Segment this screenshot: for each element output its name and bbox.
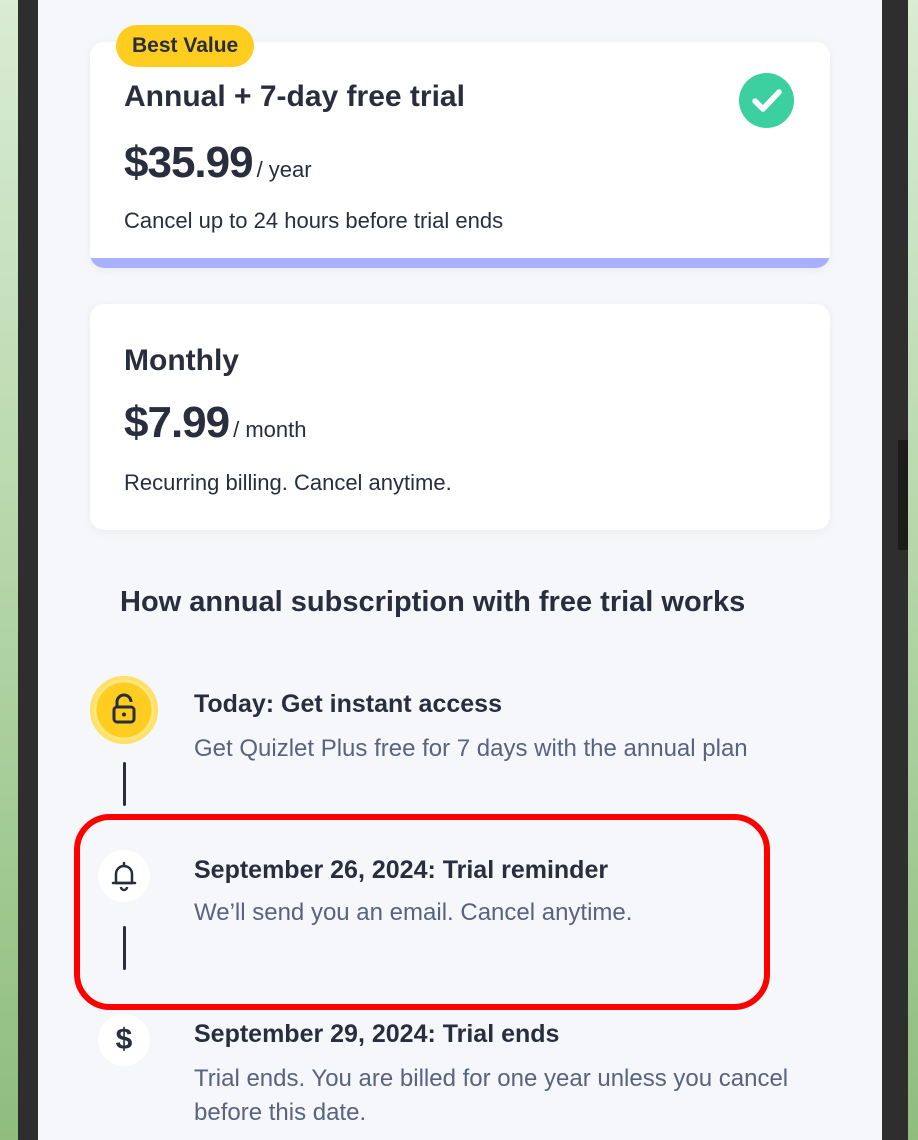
step-title: September 26, 2024: Trial reminder [194,856,609,884]
plan-note: Cancel up to 24 hours before trial ends [124,208,504,233]
best-value-badge: Best Value [116,25,255,67]
plan-price: $35.99/ year [124,138,312,188]
timeline-connector [123,926,126,970]
bell-icon [98,850,150,902]
timeline-connector [123,762,126,806]
paywall-screen: Annual + 7-day free trial $35.99/ year C… [38,0,882,1140]
plan-title: Annual + 7-day free trial [124,80,465,113]
step-title: September 29, 2024: Trial ends [194,1020,560,1048]
dollar-icon: $ [98,1014,150,1066]
price-period: / month [233,417,307,442]
step-title: Today: Get instant access [194,690,502,718]
selected-indicator [90,258,830,268]
check-icon [739,73,794,128]
price-period: / year [256,157,312,182]
plan-price: $7.99/ month [124,398,306,448]
price-amount: $7.99 [124,398,230,447]
plan-card-monthly[interactable]: Monthly $7.99/ month Recurring billing. … [90,304,830,530]
how-it-works-heading: How annual subscription with free trial … [120,586,746,618]
step-description: We’ll send you an email. Cancel anytime. [194,899,633,926]
step-description: Trial ends. You are billed for one year … [194,1065,789,1126]
plan-card-annual[interactable]: Annual + 7-day free trial $35.99/ year C… [90,42,830,268]
plan-title: Monthly [124,344,239,377]
plan-note: Recurring billing. Cancel anytime. [124,470,452,495]
lock-icon [90,676,158,744]
price-amount: $35.99 [124,138,254,187]
step-description: Get Quizlet Plus free for 7 days with th… [194,735,748,762]
